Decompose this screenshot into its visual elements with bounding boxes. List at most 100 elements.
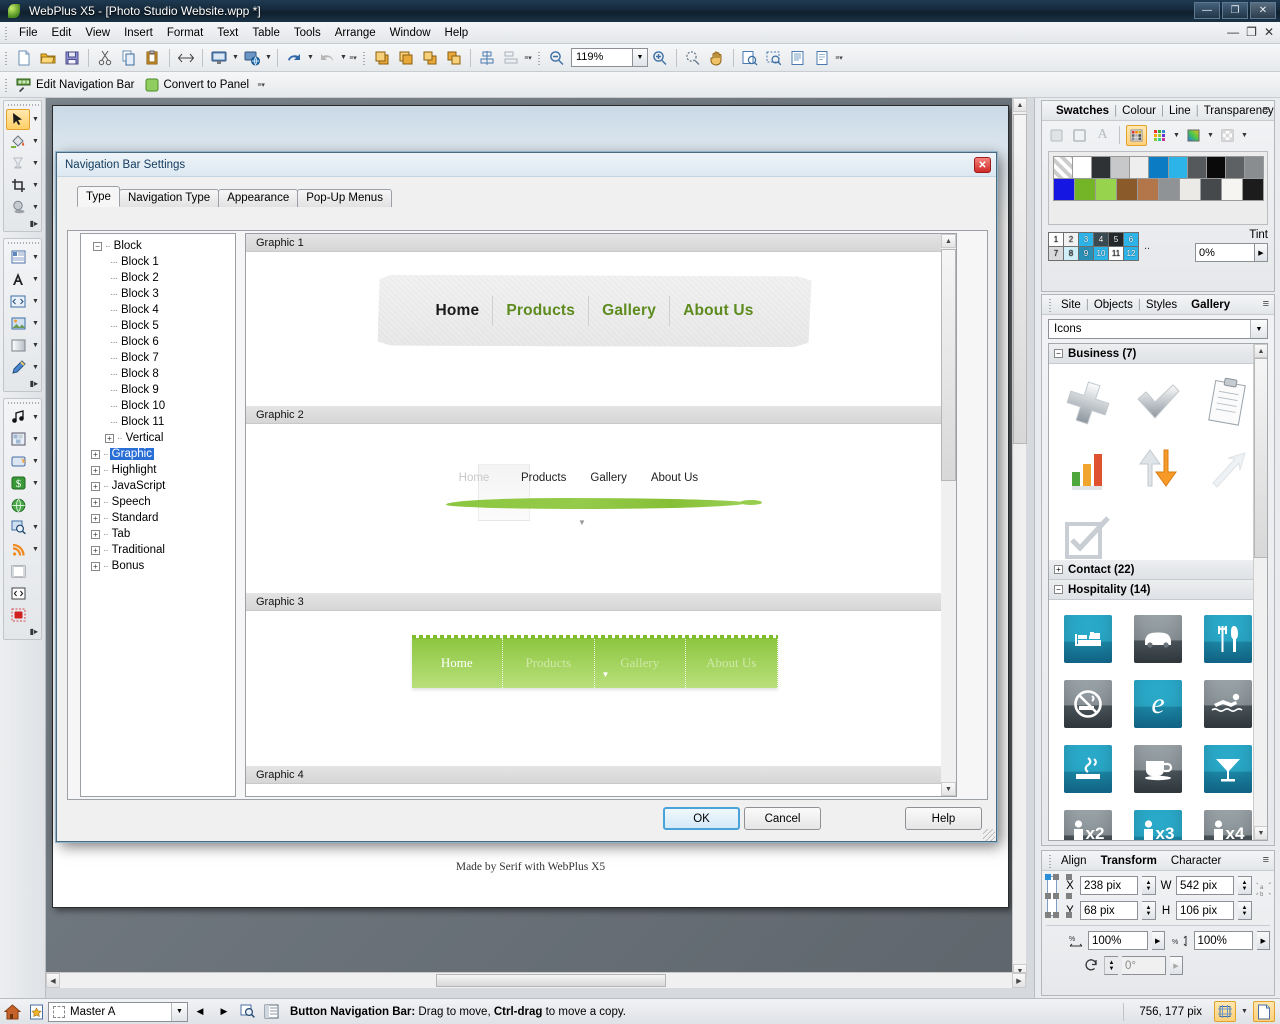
slideshow-icon[interactable] (6, 561, 30, 582)
nav-preview-list[interactable]: Graphic 1 Home Products Gallery About Us… (245, 233, 957, 797)
preview-scroll-down-arrow[interactable]: ▼ (941, 782, 956, 796)
crop-tool-dropdown[interactable]: ▼ (32, 182, 39, 189)
save-icon[interactable] (61, 47, 83, 69)
scale-horizontal-input[interactable]: 100% (1088, 931, 1148, 950)
gallery-icon-smoking[interactable] (1053, 736, 1123, 801)
anchor-point-bottom-left[interactable] (1045, 912, 1051, 918)
nav1-item-products[interactable]: Products (493, 296, 589, 326)
category-hospitality-header[interactable]: − Hospitality (14) (1049, 580, 1267, 600)
gallery-icon-coffee[interactable] (1123, 736, 1193, 801)
swatch-cell[interactable] (1129, 156, 1149, 179)
pen-tool-icon[interactable] (6, 357, 30, 378)
menu-arrange[interactable]: Arrange (328, 24, 383, 42)
media-tool-dropdown[interactable]: ▼ (32, 414, 39, 421)
nav3-item-gallery[interactable]: Gallery (595, 638, 687, 688)
rotation-input[interactable]: 0° (1122, 956, 1166, 975)
tree-item[interactable]: ··· Block 7 (83, 350, 233, 366)
ecommerce-tool-dropdown[interactable]: ▼ (32, 480, 39, 487)
publish-dropdown-arrow[interactable]: ▼ (264, 47, 273, 69)
preview-graphic-1[interactable]: Home Products Gallery About Us (246, 275, 943, 406)
lock-aspect-ratio-icon[interactable]: ab (1256, 881, 1272, 899)
zoom-in-icon[interactable] (649, 47, 671, 69)
artistic-text-dropdown[interactable]: ▼ (32, 276, 39, 283)
rss-feed-dropdown[interactable]: ▼ (32, 546, 39, 553)
anchor-point-top-right[interactable] (1053, 874, 1059, 880)
text-frame-dropdown[interactable]: ▼ (32, 254, 39, 261)
anchor-point-bottom-right[interactable] (1053, 912, 1059, 918)
tab-character[interactable]: Character (1166, 854, 1227, 868)
gallery-scroll-down-arrow[interactable]: ▼ (1254, 826, 1268, 840)
collapse-toggle-icon[interactable]: − (1054, 349, 1063, 358)
swatch-color-grid[interactable] (1048, 151, 1268, 225)
swatch-cell[interactable] (1158, 178, 1180, 201)
anchor-point-bottom-center[interactable] (1066, 912, 1072, 918)
cancel-button[interactable]: Cancel (744, 807, 821, 830)
distribute-icon[interactable] (500, 47, 522, 69)
view-toolbar-grip[interactable] (536, 50, 543, 66)
menu-help[interactable]: Help (438, 24, 476, 42)
dialog-resize-grip[interactable] (983, 829, 995, 841)
menu-tools[interactable]: Tools (287, 24, 328, 42)
tab-gallery[interactable]: Gallery (1186, 298, 1235, 312)
tab-navigation-type[interactable]: Navigation Type (119, 189, 219, 207)
preview-page-icon[interactable] (787, 47, 809, 69)
doc-restore-button[interactable]: ❐ (1246, 25, 1257, 39)
swatch-cell[interactable] (1110, 156, 1130, 179)
toolbox-grip-handle-3[interactable] (4, 399, 41, 406)
form-tool-dropdown[interactable]: ▼ (32, 436, 39, 443)
zoom-selection-icon[interactable] (682, 47, 704, 69)
gallery-icon-checkbox-ticked[interactable] (1053, 506, 1123, 571)
palette-more-indicator[interactable]: .. (1144, 240, 1150, 252)
palette-thumb[interactable]: 10 (1093, 246, 1109, 261)
transparency-swatch-icon[interactable] (1217, 125, 1238, 146)
tint-input[interactable]: 0% (1195, 243, 1255, 262)
swatch-cell[interactable] (1095, 178, 1117, 201)
pen-tool-dropdown[interactable]: ▼ (32, 364, 39, 371)
palette-thumb[interactable]: 4 (1093, 232, 1109, 247)
panel-grip-handle[interactable] (1048, 854, 1053, 868)
toolbox-expand-objects[interactable]: ▮▸ (4, 378, 41, 389)
h-input[interactable]: 106 pix (1176, 901, 1234, 920)
swatch-cell[interactable] (1074, 178, 1096, 201)
h-spinner[interactable]: ▲▼ (1238, 901, 1252, 920)
menu-edit[interactable]: Edit (45, 24, 79, 42)
vertical-scroll-thumb[interactable] (1013, 114, 1027, 444)
gallery-icon-no-smoking[interactable] (1053, 671, 1123, 736)
previous-page-button[interactable]: ◀ (189, 1001, 211, 1022)
collapse-toggle-icon[interactable]: − (1054, 585, 1063, 594)
pointer-tool-icon[interactable] (6, 109, 30, 130)
tree-expand-toggle-icon[interactable]: + (91, 562, 100, 571)
media-tool-icon[interactable] (6, 407, 30, 428)
transparency-tool-icon[interactable] (6, 153, 30, 174)
add-page-icon[interactable] (25, 1001, 47, 1022)
scale-vertical-input[interactable]: 100% (1194, 931, 1254, 950)
panel-grip-handle[interactable] (1048, 298, 1053, 312)
text-frame-tool-icon[interactable] (6, 247, 30, 268)
anchor-point-top-left[interactable] (1045, 874, 1051, 880)
nav-preview-3-bar[interactable]: Home Products Gallery About Us ▼ (412, 638, 778, 688)
gallery-item-list[interactable]: − Business (7) (1048, 343, 1268, 841)
tree-item[interactable]: ··· Block 5 (83, 318, 233, 334)
tab-align[interactable]: Align (1056, 854, 1092, 868)
tree-expand-toggle-icon[interactable]: + (105, 434, 114, 443)
gallery-icon-occupancy-3[interactable]: x3 (1123, 801, 1193, 841)
preview-graphic-3[interactable]: Home Products Gallery About Us ▼ (246, 638, 943, 766)
swatch-cell[interactable] (1137, 178, 1159, 201)
nav2-item-gallery[interactable]: Gallery (590, 472, 626, 484)
tab-site[interactable]: Site (1056, 298, 1086, 312)
arrange-overflow-button[interactable]: ≡▾ (523, 47, 533, 69)
close-button[interactable]: ✕ (1250, 2, 1276, 19)
redo-icon[interactable] (316, 47, 338, 69)
menu-table[interactable]: Table (245, 24, 287, 42)
gallery-icon-car[interactable] (1123, 606, 1193, 671)
gallery-scroll-thumb[interactable] (1254, 358, 1268, 558)
send-to-back-icon[interactable] (395, 47, 417, 69)
gallery-icon-bar-chart[interactable] (1053, 435, 1123, 500)
panel-menu-icon[interactable]: ≡ (1263, 854, 1269, 866)
zoom-dropdown-arrow[interactable]: ▼ (633, 48, 648, 67)
y-spinner[interactable]: ▲▼ (1142, 901, 1156, 920)
html-fragment-dropdown[interactable]: ▼ (32, 298, 39, 305)
category-business-header[interactable]: − Business (7) (1049, 344, 1267, 364)
gallery-icon-up-down-arrows[interactable] (1123, 435, 1193, 500)
paste-icon[interactable] (142, 47, 164, 69)
